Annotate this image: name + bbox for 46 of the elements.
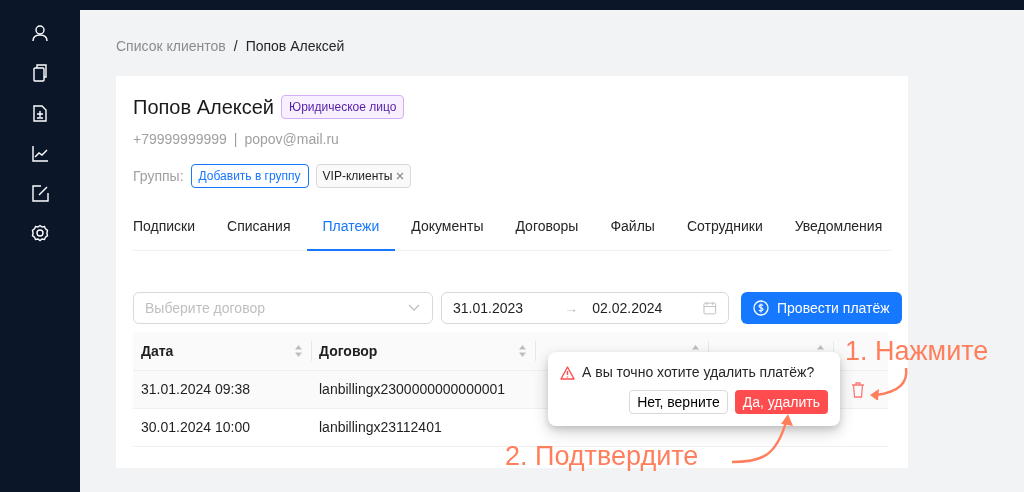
add-to-group-button[interactable]: Добавить в группу xyxy=(190,164,309,189)
client-name: Попов Алексей xyxy=(133,95,275,120)
group-tag-text: VIP-клиенты xyxy=(322,169,393,184)
chart-icon[interactable] xyxy=(31,144,49,162)
tab[interactable]: Сотрудники xyxy=(670,206,779,252)
tab[interactable]: Уведомления xyxy=(778,206,883,252)
tab[interactable]: Платежи xyxy=(306,206,396,252)
breadcrumb-separator: / xyxy=(233,37,238,56)
chevron-down-icon xyxy=(408,304,420,313)
contract-cell: lanbillingx23112401 xyxy=(319,418,442,435)
annotation-text: 1. Нажмите xyxy=(845,338,989,365)
annotation-text: 2. Подтвердите xyxy=(505,443,699,470)
column-header: Договор xyxy=(319,341,378,361)
date-cell: 31.01.2024 09:38 xyxy=(141,380,250,397)
close-icon[interactable] xyxy=(396,172,405,181)
client-type-tag: Юридическое лицо xyxy=(281,95,405,119)
make-payment-button[interactable]: Провести платёж xyxy=(741,292,902,325)
cancel-button[interactable]: Нет, верните xyxy=(629,390,728,415)
calendar-icon xyxy=(703,301,717,316)
date-cell: 30.01.2024 10:00 xyxy=(141,418,250,435)
breadcrumb-current: Попов Алексей xyxy=(245,37,345,56)
email-text: popov@mail.ru xyxy=(244,130,339,149)
arrow-text: → xyxy=(564,298,579,318)
date-range-field[interactable]: 31.01.2023 → 02.02.2024 xyxy=(441,292,729,325)
document-plus-icon[interactable] xyxy=(31,104,49,122)
date-from-text: 31.01.2023 xyxy=(453,298,525,318)
documents-icon[interactable] xyxy=(31,64,49,82)
settings-icon[interactable] xyxy=(31,224,49,242)
confirm-message: А вы точно хотите удалить платёж? xyxy=(582,363,815,382)
column-header: Дата xyxy=(141,341,174,361)
tab[interactable]: Файлы xyxy=(594,206,671,252)
contract-cell: lanbillingx2300000000000001 xyxy=(319,380,506,397)
warning-icon xyxy=(560,365,575,380)
groups-label: Группы: xyxy=(133,166,184,186)
tab[interactable]: Списания xyxy=(211,206,307,252)
coin-icon xyxy=(753,300,769,317)
arrow-drawing xyxy=(730,412,794,466)
edit-square-icon[interactable] xyxy=(31,184,49,202)
tab[interactable]: Документы xyxy=(395,206,500,252)
tab[interactable]: Подписки xyxy=(133,206,212,252)
date-to-text: 02.02.2024 xyxy=(592,298,664,318)
contract-select[interactable]: Выберите договор xyxy=(133,292,433,325)
user-icon[interactable] xyxy=(31,24,49,42)
phone-text: +79999999999 xyxy=(133,130,227,149)
tab[interactable]: Договоры xyxy=(499,206,595,252)
divider-text: | xyxy=(233,130,238,149)
